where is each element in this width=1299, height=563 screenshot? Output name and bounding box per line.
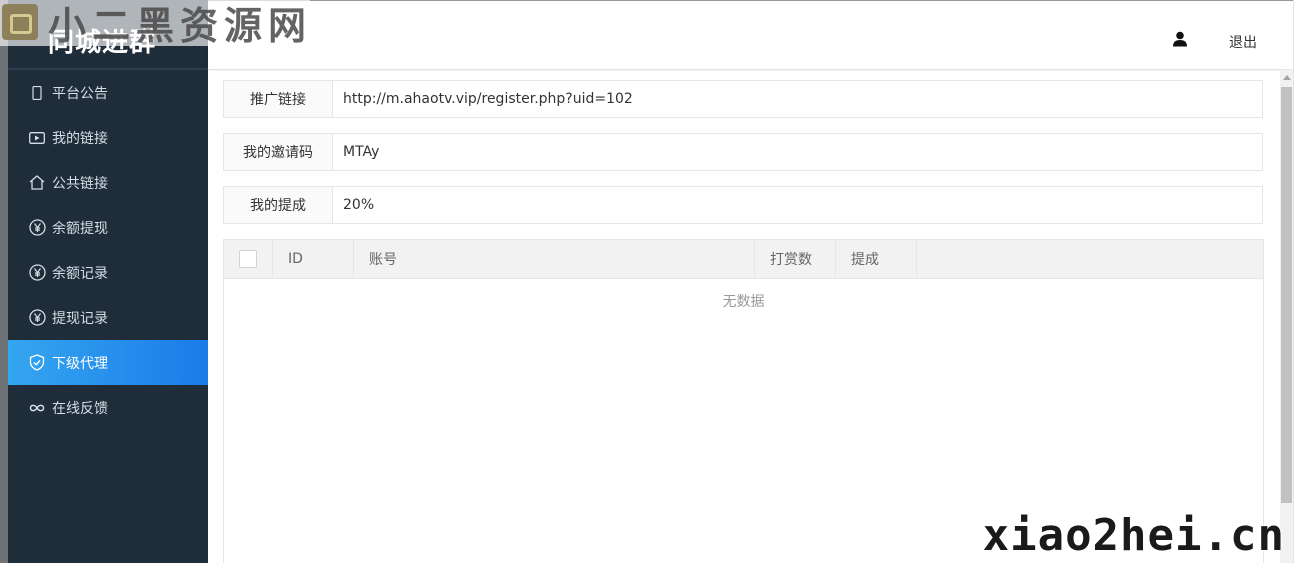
infinity-icon xyxy=(28,399,46,417)
top-header: 退出 xyxy=(208,0,1299,70)
watermark-bottom: xiao2hei.cn xyxy=(982,510,1285,561)
logout-link[interactable]: 退出 xyxy=(1229,32,1257,52)
column-header-id[interactable]: ID xyxy=(273,240,354,278)
yen-icon xyxy=(28,264,46,282)
sidebar-item-balance-records[interactable]: 余额记录 xyxy=(8,250,208,295)
sidebar-item-label: 余额提现 xyxy=(52,220,108,237)
column-header-account[interactable]: 账号 xyxy=(354,240,755,278)
sidebar-item-label: 下级代理 xyxy=(52,355,108,372)
sidebar: 同城进群 平台公告 我的链接 公共链接 xyxy=(8,0,208,563)
sidebar-item-label: 提现记录 xyxy=(52,310,108,327)
sidebar-item-sub-agents[interactable]: 下级代理 xyxy=(8,340,208,385)
mobile-icon xyxy=(28,84,46,102)
scrollbar-thumb[interactable] xyxy=(1281,87,1292,503)
sidebar-item-my-links[interactable]: 我的链接 xyxy=(8,115,208,160)
sidebar-item-announcement[interactable]: 平台公告 xyxy=(8,70,208,115)
watermark-top-text: 小二黑资源网 xyxy=(48,2,313,48)
sidebar-item-label: 余额记录 xyxy=(52,265,108,282)
table-header: ID 账号 打赏数 提成 xyxy=(224,240,1263,279)
sidebar-nav: 平台公告 我的链接 公共链接 余额提现 余额记录 提现记录 下级代理 在线反馈 xyxy=(8,70,208,430)
logo-divider xyxy=(8,68,208,70)
vertical-scrollbar[interactable] xyxy=(1280,71,1293,563)
promo-link-row: 推广链接 http://m.ahaotv.vip/register.php?ui… xyxy=(223,80,1263,118)
invite-code-value[interactable]: MTAy xyxy=(333,134,1262,170)
sidebar-item-label: 公共链接 xyxy=(52,175,108,192)
select-all-checkbox[interactable] xyxy=(239,250,257,268)
commission-label: 我的提成 xyxy=(224,187,333,223)
home-icon xyxy=(28,174,46,192)
commission-row: 我的提成 20% xyxy=(223,186,1263,224)
scroll-up-arrow-icon[interactable] xyxy=(1283,75,1291,80)
main-content: 推广链接 http://m.ahaotv.vip/register.php?ui… xyxy=(208,71,1280,563)
sidebar-item-label: 平台公告 xyxy=(52,85,108,102)
user-icon[interactable] xyxy=(1172,31,1188,49)
right-edge xyxy=(1293,0,1299,563)
promo-link-label: 推广链接 xyxy=(224,81,333,117)
sidebar-item-label: 在线反馈 xyxy=(52,400,108,417)
watermark-top: 小二黑资源网 xyxy=(0,0,312,48)
promo-link-value[interactable]: http://m.ahaotv.vip/register.php?uid=102 xyxy=(333,81,1262,117)
watermark-logo-icon xyxy=(2,4,38,40)
sidebar-item-public-links[interactable]: 公共链接 xyxy=(8,160,208,205)
column-header-commission[interactable]: 提成 xyxy=(836,240,917,278)
sidebar-item-withdraw[interactable]: 余额提现 xyxy=(8,205,208,250)
left-edge xyxy=(0,0,8,563)
video-icon xyxy=(28,129,46,147)
shield-check-icon xyxy=(28,354,46,372)
column-header-spacer xyxy=(917,240,1263,278)
sidebar-item-label: 我的链接 xyxy=(52,130,108,147)
sidebar-item-withdraw-records[interactable]: 提现记录 xyxy=(8,295,208,340)
invite-code-label: 我的邀请码 xyxy=(224,134,333,170)
select-all-cell xyxy=(224,240,273,278)
invite-code-row: 我的邀请码 MTAy xyxy=(223,133,1263,171)
empty-state-text: 无数据 xyxy=(722,294,765,310)
app-window: 同城进群 平台公告 我的链接 公共链接 xyxy=(0,0,1299,563)
yen-icon xyxy=(28,219,46,237)
column-header-tips[interactable]: 打赏数 xyxy=(755,240,836,278)
sidebar-item-feedback[interactable]: 在线反馈 xyxy=(8,385,208,430)
commission-value: 20% xyxy=(343,197,375,213)
yen-icon xyxy=(28,309,46,327)
